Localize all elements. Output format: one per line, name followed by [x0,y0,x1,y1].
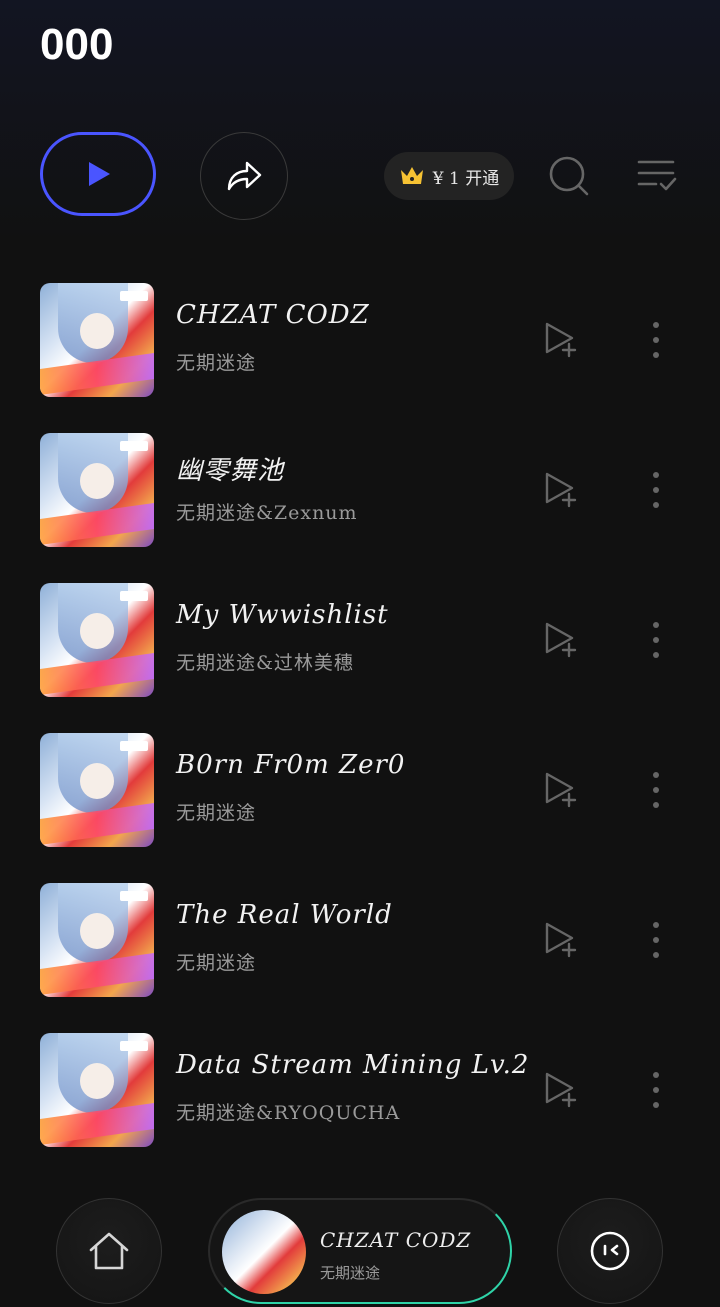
add-to-playlist-icon[interactable] [542,620,582,660]
now-playing-title: CHZAT CODZ [320,1228,472,1252]
song-row[interactable]: B0rn Fr0m Zer0 无期迷途 [0,720,720,870]
now-playing-artist: 无期迷途 [320,1264,381,1282]
song-title: The Real World [176,900,393,930]
song-row[interactable]: 幽零舞池 无期迷途&Zexnum [0,420,720,570]
song-artist: 无期迷途&RYOQUCHA [176,1102,401,1124]
album-cover [40,433,154,547]
more-options-icon[interactable] [644,470,668,510]
face-icon [590,1231,630,1271]
more-options-icon[interactable] [644,1070,668,1110]
album-cover [40,283,154,397]
profile-button[interactable] [557,1198,663,1304]
list-check-icon [637,160,677,191]
now-playing-bar[interactable]: CHZAT CODZ 无期迷途 [208,1198,512,1304]
song-title: My Wwwishlist [176,600,389,630]
crown-icon [400,167,423,184]
add-to-playlist-icon[interactable] [542,920,582,960]
album-cover [40,1033,154,1147]
vip-price-label: ¥ 1 开通 [432,168,500,189]
song-artist: 无期迷途 [176,352,257,374]
song-row[interactable]: The Real World 无期迷途 [0,870,720,1020]
album-cover [40,733,154,847]
album-cover [40,583,154,697]
add-to-playlist-icon[interactable] [542,320,582,360]
more-options-icon[interactable] [644,920,668,960]
song-title: Data Stream Mining Lv.2 [176,1050,530,1080]
play-icon [89,162,110,186]
song-artist: 无期迷途&Zexnum [176,502,358,524]
song-artist: 无期迷途 [176,802,257,824]
search-button[interactable] [546,153,592,199]
page-title: 000 [40,20,114,69]
add-to-playlist-icon[interactable] [542,1070,582,1110]
home-button[interactable] [56,1198,162,1304]
more-options-icon[interactable] [644,620,668,660]
add-to-playlist-icon[interactable] [542,470,582,510]
multi-select-button[interactable] [636,156,678,196]
song-list: CHZAT CODZ 无期迷途 幽零舞池 无期迷途&Zexnum My Wwwi [0,270,720,1170]
more-options-icon[interactable] [644,320,668,360]
song-title: 幽零舞池 [176,456,285,486]
share-button[interactable] [200,132,288,220]
song-artist: 无期迷途&过林美穗 [176,652,354,674]
play-all-button[interactable] [40,132,156,216]
home-icon [89,1232,129,1270]
share-icon [227,161,262,191]
song-artist: 无期迷途 [176,952,257,974]
song-title: CHZAT CODZ [176,300,370,330]
song-row[interactable]: Data Stream Mining Lv.2 无期迷途&RYOQUCHA [0,1020,720,1170]
search-icon [549,156,589,196]
song-row[interactable]: My Wwwishlist 无期迷途&过林美穗 [0,570,720,720]
vip-subscribe-button[interactable]: ¥ 1 开通 [384,152,514,200]
album-cover [40,883,154,997]
now-playing-cover [222,1210,306,1294]
add-to-playlist-icon[interactable] [542,770,582,810]
song-title: B0rn Fr0m Zer0 [176,750,406,780]
song-row[interactable]: CHZAT CODZ 无期迷途 [0,270,720,420]
more-options-icon[interactable] [644,770,668,810]
